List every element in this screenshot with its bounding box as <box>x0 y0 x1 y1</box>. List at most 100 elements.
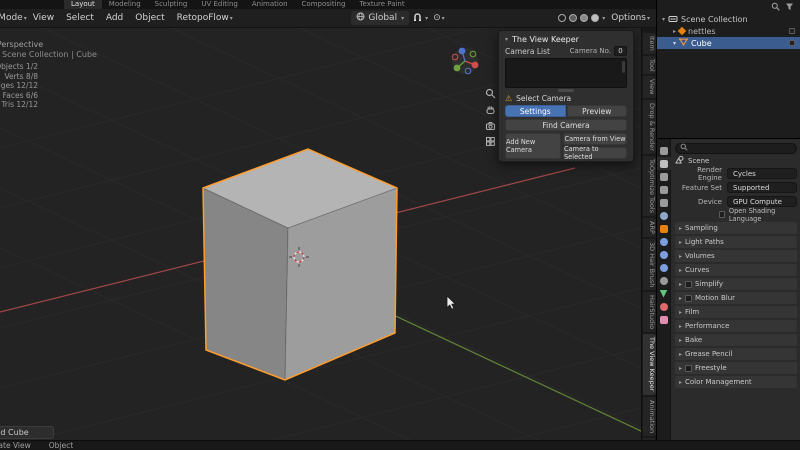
solid-shading-icon[interactable] <box>569 14 578 22</box>
workspace-tab[interactable]: Texture Paint <box>352 0 411 9</box>
chevron-down-icon[interactable]: ▾ <box>425 15 428 22</box>
material-shading-icon[interactable] <box>580 14 589 22</box>
cube-object[interactable] <box>202 148 398 381</box>
scrollbar[interactable] <box>622 61 625 73</box>
workspace-tab[interactable]: Layout <box>64 0 102 9</box>
section-film[interactable]: ▸ Film <box>675 306 797 318</box>
sidebar-tab-hairstudio[interactable]: HairStudio <box>643 292 656 333</box>
camera-view-icon[interactable] <box>483 118 498 133</box>
section-performance[interactable]: ▸ Performance <box>675 320 797 332</box>
tab-render-icon[interactable] <box>656 157 671 170</box>
tab-object-data-icon[interactable] <box>657 287 671 300</box>
operator-panel[interactable]: Add Cube <box>0 426 54 439</box>
tab-modifiers-icon[interactable] <box>657 235 671 248</box>
workspace-tab[interactable]: Compositing <box>295 0 353 9</box>
sidebar-tab-drop-render[interactable]: Drop & Render <box>643 99 656 154</box>
sidebar-tab-animation[interactable]: Animation <box>643 396 656 436</box>
rendered-shading-icon[interactable] <box>591 14 600 22</box>
sidebar-tab-view-keeper[interactable]: The View Keeper <box>643 334 656 395</box>
outliner-row-nettles[interactable]: ▸ nettles <box>657 25 800 37</box>
menu-object[interactable]: Object <box>129 13 170 23</box>
tab-constraints-icon[interactable] <box>657 274 671 287</box>
tab-scene-icon[interactable] <box>657 196 671 209</box>
workspace-tab[interactable]: Animation <box>245 0 295 9</box>
tab-material-icon[interactable] <box>657 300 671 313</box>
tab-output-icon[interactable] <box>657 170 671 183</box>
menu-view[interactable]: View <box>27 13 60 23</box>
device-dropdown[interactable]: GPU Compute <box>727 196 797 207</box>
section-motion-blur[interactable]: ▸ Motion Blur <box>675 292 797 304</box>
menu-select[interactable]: Select <box>60 13 100 23</box>
tab-preview[interactable]: Preview <box>566 105 627 117</box>
mode-selector[interactable]: Object Mode▾ <box>0 13 27 23</box>
wireframe-shading-icon[interactable] <box>558 14 567 22</box>
camera-list-box[interactable] <box>505 58 627 88</box>
find-camera-button[interactable]: Find Camera <box>505 119 627 131</box>
camera-no-value[interactable]: 0 <box>614 46 627 56</box>
tab-world-icon[interactable] <box>657 209 671 222</box>
section-light-paths[interactable]: ▸ Light Paths <box>675 236 797 248</box>
section-freestyle[interactable]: ▸ Freestyle <box>675 362 797 374</box>
tab-tool-icon[interactable] <box>657 144 671 157</box>
chevron-down-icon[interactable]: ▾ <box>602 15 605 22</box>
section-sampling[interactable]: ▸ Sampling <box>675 222 797 234</box>
menu-add[interactable]: Add <box>100 13 129 23</box>
osl-checkbox[interactable] <box>718 211 725 218</box>
tab-settings[interactable]: Settings <box>505 105 566 117</box>
list-resize-grip[interactable] <box>558 89 574 92</box>
tab-view-layer-icon[interactable] <box>657 183 671 196</box>
zoom-tool-icon[interactable] <box>483 86 498 101</box>
sidebar-tab-tooptimize[interactable]: ToOptimize Tools <box>643 155 656 216</box>
camera-from-view-button[interactable]: Camera from View <box>563 133 627 145</box>
menu-retopoflow[interactable]: RetopoFlow▾ <box>171 13 239 23</box>
filter-funnel-icon[interactable] <box>785 2 794 13</box>
tab-texture-icon[interactable] <box>657 313 671 326</box>
expand-arrow-icon[interactable]: ▸ <box>673 28 676 35</box>
expand-arrow-icon[interactable]: ▾ <box>662 16 665 23</box>
sidebar-tab-arp[interactable]: ARP <box>643 217 656 237</box>
chevron-down-icon[interactable]: ▾ <box>442 15 445 22</box>
orientation-dropdown[interactable]: Global ▾ <box>351 11 410 25</box>
sidebar-tab-view[interactable]: View <box>643 76 656 98</box>
workspace-tab[interactable]: UV Editing <box>194 0 245 9</box>
breadcrumb-label[interactable]: Scene <box>688 157 709 165</box>
visibility-checkbox[interactable] <box>789 40 795 46</box>
tab-particles-icon[interactable] <box>657 248 671 261</box>
proportional-editing-icon[interactable]: ⊙ <box>433 13 441 23</box>
options-button[interactable]: Options <box>611 13 646 23</box>
expand-arrow-icon[interactable]: ▾ <box>673 40 676 47</box>
outliner-row-scene-collection[interactable]: ▾ Scene Collection <box>657 13 800 25</box>
feature-set-dropdown[interactable]: Supported <box>727 182 797 193</box>
camera-to-selected-button[interactable]: Camera to Selected <box>563 145 627 161</box>
section-bake[interactable]: ▸ Bake <box>675 334 797 346</box>
outliner-row-cube[interactable]: ▾ Cube <box>657 37 800 49</box>
select-camera-row[interactable]: ⚠ Select Camera <box>505 94 627 103</box>
tab-physics-icon[interactable] <box>657 261 671 274</box>
search-input[interactable] <box>675 142 797 154</box>
sidebar-tab-3d-hair-brush[interactable]: 3D Hair Brush <box>643 238 656 291</box>
simplify-checkbox[interactable] <box>685 280 693 288</box>
collapse-arrow-icon[interactable]: ▾ <box>505 36 508 43</box>
panel-header[interactable]: ▾ The View Keeper <box>505 35 627 44</box>
search-icon[interactable] <box>771 2 780 13</box>
tab-object-icon[interactable] <box>657 222 671 235</box>
move-view-hand-icon[interactable] <box>483 102 498 117</box>
render-engine-dropdown[interactable]: Cycles <box>727 168 797 179</box>
section-color-management[interactable]: ▸ Color Management <box>675 376 797 388</box>
ortho-toggle-grid-icon[interactable] <box>483 134 498 149</box>
view-keeper-panel[interactable]: ▾ The View Keeper Camera List Camera No.… <box>498 30 634 162</box>
visibility-checkbox[interactable] <box>789 28 795 34</box>
sidebar-tab-item[interactable]: Item <box>643 33 656 54</box>
3d-viewport[interactable]: User Perspective Scene Collection | Cube… <box>0 28 641 440</box>
workspace-tab[interactable]: Modeling <box>102 0 148 9</box>
section-curves[interactable]: ▸ Curves <box>675 264 797 276</box>
freestyle-checkbox[interactable] <box>685 364 693 372</box>
section-simplify[interactable]: ▸ Simplify <box>675 278 797 290</box>
snap-magnet-icon[interactable] <box>413 12 422 25</box>
add-new-camera-button[interactable]: Add New Camera <box>505 133 561 159</box>
section-grease-pencil[interactable]: ▸ Grease Pencil <box>675 348 797 360</box>
motion-blur-checkbox[interactable] <box>685 294 693 302</box>
section-volumes[interactable]: ▸ Volumes <box>675 250 797 262</box>
sidebar-tab-tool[interactable]: Tool <box>643 55 656 75</box>
workspace-tab[interactable]: Sculpting <box>148 0 195 9</box>
